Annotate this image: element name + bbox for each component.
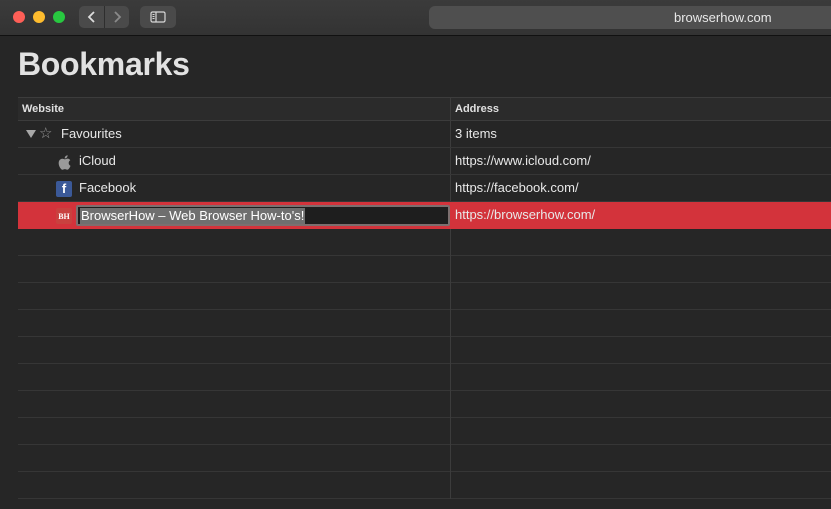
toolbar: browserhow.com	[0, 0, 831, 36]
chevron-left-icon	[87, 11, 95, 23]
table-row[interactable]: f Facebook https://facebook.com/	[18, 175, 831, 202]
bookmark-name: Facebook	[79, 180, 137, 195]
empty-row	[18, 418, 831, 445]
empty-row	[18, 283, 831, 310]
star-icon: ☆	[39, 125, 53, 142]
bookmarks-table: Website Address ☆ Favourites 3 items iCl…	[18, 97, 831, 509]
table-row-selected[interactable]: BH BrowserHow – Web Browser How-to's! ht…	[18, 202, 831, 229]
sidebar-toggle-button[interactable]	[140, 6, 176, 28]
page-title: Bookmarks	[18, 46, 190, 82]
table-row[interactable]: iCloud https://www.icloud.com/	[18, 148, 831, 175]
folder-name: Favourites	[61, 126, 122, 141]
bookmark-address: https://browserhow.com/	[450, 202, 831, 228]
folder-row-favourites[interactable]: ☆ Favourites 3 items	[18, 121, 831, 148]
disclosure-triangle-icon[interactable]	[26, 130, 36, 138]
browserhow-icon: BH	[56, 208, 72, 224]
minimize-window-button[interactable]	[33, 11, 45, 23]
column-header-website[interactable]: Website	[18, 98, 450, 121]
empty-row	[18, 337, 831, 364]
address-bar[interactable]: browserhow.com	[429, 6, 831, 29]
navigation-buttons	[79, 6, 129, 28]
bookmark-name-edit-field[interactable]: BrowserHow – Web Browser How-to's!	[76, 205, 450, 226]
bookmark-address: https://www.icloud.com/	[450, 148, 831, 174]
back-button[interactable]	[79, 6, 104, 28]
column-header-address[interactable]: Address	[450, 98, 831, 121]
folder-item-count: 3 items	[450, 121, 831, 147]
chevron-right-icon	[114, 11, 122, 23]
empty-row	[18, 472, 831, 499]
forward-button[interactable]	[104, 6, 129, 28]
bookmark-name: iCloud	[79, 153, 116, 168]
empty-row	[18, 229, 831, 256]
address-text: browserhow.com	[674, 10, 772, 25]
close-window-button[interactable]	[13, 11, 25, 23]
bookmark-name-selected-text: BrowserHow – Web Browser How-to's!	[80, 208, 306, 224]
empty-row	[18, 391, 831, 418]
empty-row	[18, 364, 831, 391]
apple-icon	[56, 154, 72, 170]
zoom-window-button[interactable]	[53, 11, 65, 23]
empty-row	[18, 256, 831, 283]
empty-row	[18, 445, 831, 472]
sidebar-icon	[150, 11, 166, 23]
empty-row	[18, 310, 831, 337]
facebook-icon: f	[56, 181, 72, 197]
bookmark-address: https://facebook.com/	[450, 175, 831, 201]
table-header: Website Address	[18, 97, 831, 121]
